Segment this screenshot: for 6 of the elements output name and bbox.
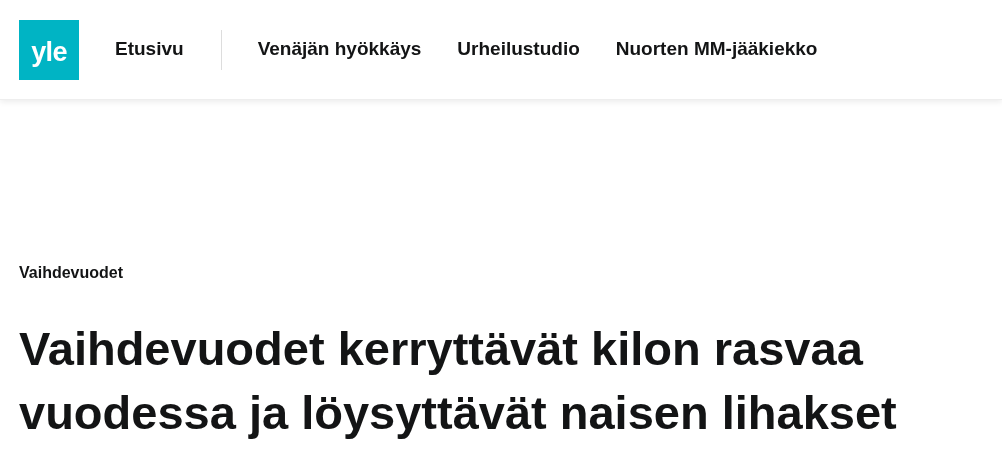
nav-link[interactable]: Etusivu <box>115 35 184 64</box>
category-label: Vaihdevuodet <box>19 265 125 281</box>
nav-link[interactable]: Nuorten MM-jääkiekko <box>615 35 818 64</box>
nav-link[interactable]: Urheilustudio <box>457 35 580 64</box>
nav-link[interactable]: Venäjän hyökkäys <box>257 35 422 64</box>
headline: Vaihdevuodet kerryttävät kilon rasvaa vuodessa ja löysyttävät naisen lihakset <box>19 321 898 441</box>
